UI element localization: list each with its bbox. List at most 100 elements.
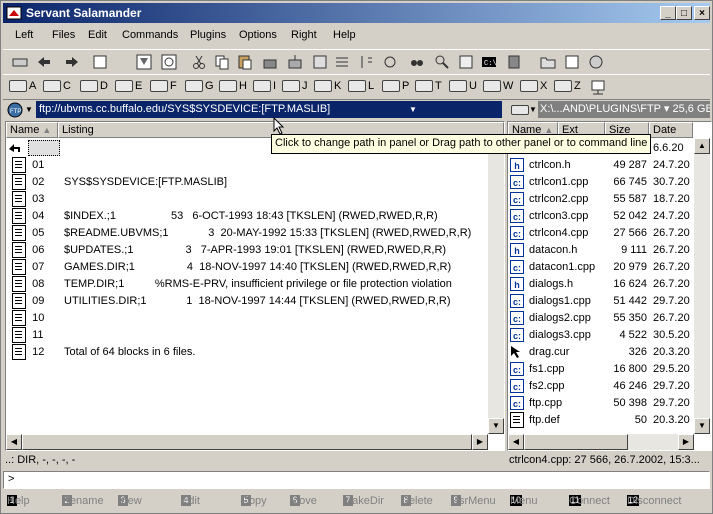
- table-row[interactable]: 10: [12, 310, 44, 327]
- table-row[interactable]: h dialogs.h 16 624 26.7.20: [510, 276, 694, 293]
- find-icon[interactable]: [408, 53, 426, 71]
- drive-x[interactable]: X: [520, 80, 547, 96]
- drive-z[interactable]: Z: [554, 80, 581, 96]
- drive-d[interactable]: D: [80, 80, 108, 96]
- scroll-right-icon[interactable]: ▶: [472, 434, 488, 450]
- table-row[interactable]: 12: [12, 344, 44, 361]
- drive-e[interactable]: E: [115, 80, 142, 96]
- back-icon[interactable]: [35, 53, 53, 71]
- user-menu-icon[interactable]: [457, 53, 475, 71]
- forward-icon[interactable]: [63, 53, 81, 71]
- table-row[interactable]: drag.cur 326 20.3.20: [510, 344, 694, 361]
- left-path[interactable]: ftp://ubvms.cc.buffalo.edu/SYS$SYSDEVICE…: [36, 101, 502, 118]
- right-vscrollbar[interactable]: ▲ ▼: [694, 138, 710, 434]
- scroll-thumb[interactable]: [524, 434, 628, 450]
- menu-options[interactable]: Options: [239, 29, 277, 41]
- filter-icon[interactable]: [135, 53, 153, 71]
- network-icon[interactable]: [589, 78, 607, 96]
- path-dropdown-icon[interactable]: ▼: [409, 101, 417, 118]
- copy-icon[interactable]: [213, 53, 231, 71]
- table-row[interactable]: 03: [12, 191, 44, 208]
- find-files-icon[interactable]: [433, 53, 451, 71]
- command-input[interactable]: [18, 473, 698, 487]
- plugins-icon[interactable]: [587, 53, 605, 71]
- table-row[interactable]: c: ctrlcon4.cpp 27 566 26.7.20: [510, 225, 694, 242]
- scroll-down-icon[interactable]: ▼: [694, 418, 710, 434]
- table-row[interactable]: c: fs2.cpp 46 246 29.7.20: [510, 378, 694, 395]
- pack-icon[interactable]: [261, 53, 279, 71]
- menu-commands[interactable]: Commands: [122, 29, 178, 41]
- drive-g[interactable]: G: [185, 80, 214, 96]
- table-row[interactable]: ftp.def 50 20.3.20: [510, 412, 694, 429]
- left-column-name[interactable]: Name ▲: [6, 122, 58, 138]
- drive-t[interactable]: T: [415, 80, 442, 96]
- table-row[interactable]: 09: [12, 293, 44, 310]
- menu-plugins[interactable]: Plugins: [190, 29, 226, 41]
- table-row[interactable]: 11: [12, 327, 44, 344]
- sort-icon[interactable]: [357, 53, 375, 71]
- drive-w[interactable]: W: [483, 80, 513, 96]
- drive-k[interactable]: K: [314, 80, 341, 96]
- right-path[interactable]: X:\...AND\PLUGINS\FTP ▾ 25,6 GB: [538, 101, 710, 118]
- table-row[interactable]: 08: [12, 276, 44, 293]
- menu-edit[interactable]: Edit: [88, 29, 107, 41]
- table-row[interactable]: c: ctrlcon3.cpp 52 042 24.7.20: [510, 208, 694, 225]
- scroll-down-icon[interactable]: ▼: [488, 418, 504, 434]
- table-row[interactable]: c: ctrlcon1.cpp 66 745 30.7.20: [510, 174, 694, 191]
- right-panel[interactable]: Name ▲ Ext Size Date ..6.6.20h ctrlcon.h…: [507, 121, 712, 451]
- table-row[interactable]: 05: [12, 225, 44, 242]
- scroll-left-icon[interactable]: ◀: [508, 434, 524, 450]
- cut-icon[interactable]: [190, 53, 208, 71]
- scroll-right-icon[interactable]: ▶: [678, 434, 694, 450]
- left-hscrollbar[interactable]: ◀ ▶: [6, 434, 488, 450]
- table-row[interactable]: c: dialogs2.cpp 55 350 26.7.20: [510, 310, 694, 327]
- drive-h[interactable]: H: [219, 80, 247, 96]
- table-row[interactable]: 06: [12, 242, 44, 259]
- minimize-button[interactable]: _: [660, 6, 676, 20]
- table-row[interactable]: 04: [12, 208, 44, 225]
- scroll-up-icon[interactable]: ▲: [694, 138, 710, 154]
- table-row[interactable]: h ctrlcon.h 49 287 24.7.20: [510, 157, 694, 174]
- unfilter-icon[interactable]: [160, 53, 178, 71]
- drive-l[interactable]: L: [348, 80, 374, 96]
- maximize-button[interactable]: □: [676, 6, 692, 20]
- table-row[interactable]: 01: [12, 157, 44, 174]
- table-row[interactable]: h datacon.h 9 111 26.7.20: [510, 242, 694, 259]
- table-row[interactable]: [8, 140, 60, 157]
- unpack-icon[interactable]: [286, 53, 304, 71]
- drive-icon[interactable]: [511, 105, 529, 115]
- properties-icon[interactable]: [311, 53, 329, 71]
- command-line[interactable]: >: [3, 471, 710, 489]
- hot-paths-icon[interactable]: [506, 53, 524, 71]
- table-row[interactable]: c: ftp.cpp 50 398 29.7.20: [510, 395, 694, 412]
- compare-icon[interactable]: [333, 53, 351, 71]
- drive-a[interactable]: A: [9, 80, 36, 96]
- table-row[interactable]: 02: [12, 174, 44, 191]
- menu-files[interactable]: Files: [52, 29, 75, 41]
- chevron-down-icon[interactable]: ▼: [529, 105, 537, 114]
- drive-j[interactable]: J: [282, 80, 308, 96]
- shares-icon[interactable]: [563, 53, 581, 71]
- drive-u[interactable]: U: [449, 80, 477, 96]
- menu-left[interactable]: Left: [15, 29, 33, 41]
- table-row[interactable]: c: dialogs3.cpp 4 522 30.5.20: [510, 327, 694, 344]
- drive-f[interactable]: F: [150, 80, 177, 96]
- table-row[interactable]: 07: [12, 259, 44, 276]
- table-row[interactable]: c: dialogs1.cpp 51 442 29.7.20: [510, 293, 694, 310]
- chevron-down-icon[interactable]: ▼: [25, 105, 33, 114]
- left-panel[interactable]: Name ▲ Listing 01 02 03 04 05 06 07 08 0…: [5, 121, 505, 451]
- scroll-left-icon[interactable]: ◀: [6, 434, 22, 450]
- title-bar[interactable]: Servant Salamander _ □ ×: [3, 3, 710, 23]
- table-row[interactable]: c: fs1.cpp 16 800 29.5.20: [510, 361, 694, 378]
- right-column-date[interactable]: Date: [649, 122, 693, 138]
- refresh-icon[interactable]: [381, 53, 399, 71]
- left-vscrollbar[interactable]: ▲ ▼: [488, 138, 504, 434]
- paste-icon[interactable]: [236, 53, 254, 71]
- drive-p[interactable]: P: [382, 80, 409, 96]
- menu-help[interactable]: Help: [333, 29, 356, 41]
- menu-right[interactable]: Right: [291, 29, 317, 41]
- drive-i[interactable]: I: [253, 80, 276, 96]
- scroll-thumb[interactable]: [22, 434, 472, 450]
- table-row[interactable]: c: ctrlcon2.cpp 55 587 18.7.20: [510, 191, 694, 208]
- folder-icon[interactable]: [539, 53, 557, 71]
